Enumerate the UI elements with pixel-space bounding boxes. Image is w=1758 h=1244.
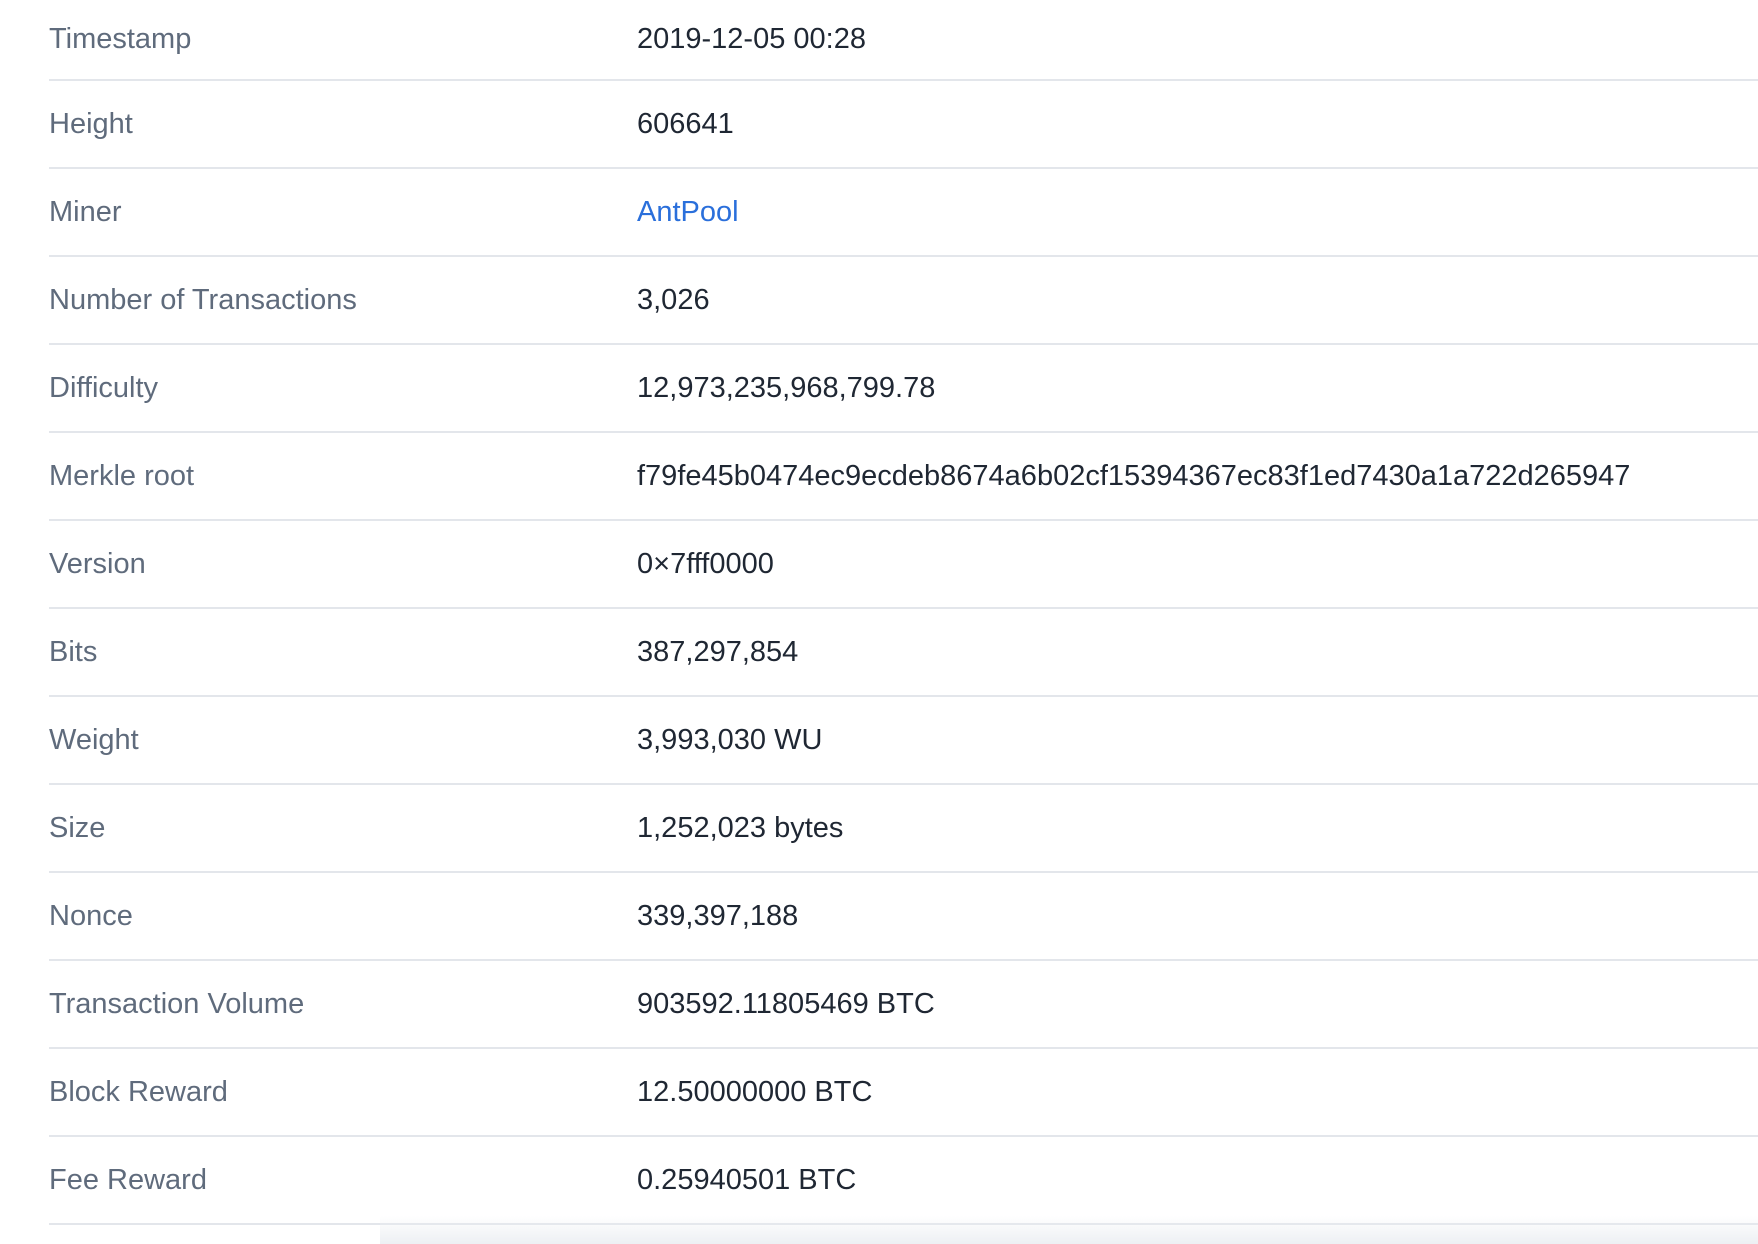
row-weight: Weight 3,993,030 WU — [49, 697, 1758, 785]
transaction-volume-value: 903592.11805469 BTC — [637, 987, 935, 1020]
size-label: Size — [49, 811, 106, 844]
height-label: Height — [49, 107, 133, 140]
row-miner: Miner AntPool — [49, 169, 1758, 257]
miner-link[interactable]: AntPool — [637, 196, 739, 229]
row-bits: Bits 387,297,854 — [49, 609, 1758, 697]
row-transaction-volume: Transaction Volume 903592.11805469 BTC — [49, 961, 1758, 1049]
size-value: 1,252,023 bytes — [637, 811, 844, 844]
difficulty-value: 12,973,235,968,799.78 — [637, 371, 936, 404]
row-fee-reward: Fee Reward 0.25940501 BTC — [49, 1137, 1758, 1225]
row-difficulty: Difficulty 12,973,235,968,799.78 — [49, 345, 1758, 433]
fee-reward-value: 0.25940501 BTC — [637, 1163, 857, 1196]
row-block-reward: Block Reward 12.50000000 BTC — [49, 1049, 1758, 1137]
block-reward-label: Block Reward — [49, 1075, 228, 1108]
miner-label: Miner — [49, 195, 122, 228]
fee-reward-label: Fee Reward — [49, 1163, 207, 1196]
version-label: Version — [49, 547, 146, 580]
row-size: Size 1,252,023 bytes — [49, 785, 1758, 873]
row-number-of-transactions: Number of Transactions 3,026 — [49, 257, 1758, 345]
height-value: 606641 — [637, 107, 734, 140]
merkle-root-value: f79fe45b0474ec9ecdeb8674a6b02cf15394367e… — [637, 459, 1631, 492]
block-reward-value: 12.50000000 BTC — [637, 1075, 873, 1108]
row-height: Height 606641 — [49, 81, 1758, 169]
bits-label: Bits — [49, 635, 98, 668]
block-details-table: Timestamp 2019-12-05 00:28 Height 606641… — [49, 0, 1758, 1225]
nonce-label: Nonce — [49, 899, 133, 932]
difficulty-label: Difficulty — [49, 371, 159, 404]
transaction-volume-label: Transaction Volume — [49, 987, 305, 1020]
number-of-transactions-label: Number of Transactions — [49, 283, 357, 316]
timestamp-label: Timestamp — [49, 23, 192, 55]
weight-label: Weight — [49, 723, 139, 756]
row-merkle-root: Merkle root f79fe45b0474ec9ecdeb8674a6b0… — [49, 433, 1758, 521]
bottom-scroll-shadow — [380, 1216, 1758, 1244]
row-timestamp: Timestamp 2019-12-05 00:28 — [49, 0, 1758, 81]
bits-value: 387,297,854 — [637, 635, 799, 668]
merkle-root-label: Merkle root — [49, 459, 195, 492]
row-nonce: Nonce 339,397,188 — [49, 873, 1758, 961]
number-of-transactions-value: 3,026 — [637, 283, 710, 316]
row-version: Version 0×7fff0000 — [49, 521, 1758, 609]
nonce-value: 339,397,188 — [637, 899, 799, 932]
version-value: 0×7fff0000 — [637, 547, 774, 580]
weight-value: 3,993,030 WU — [637, 723, 823, 756]
timestamp-value: 2019-12-05 00:28 — [637, 23, 866, 55]
